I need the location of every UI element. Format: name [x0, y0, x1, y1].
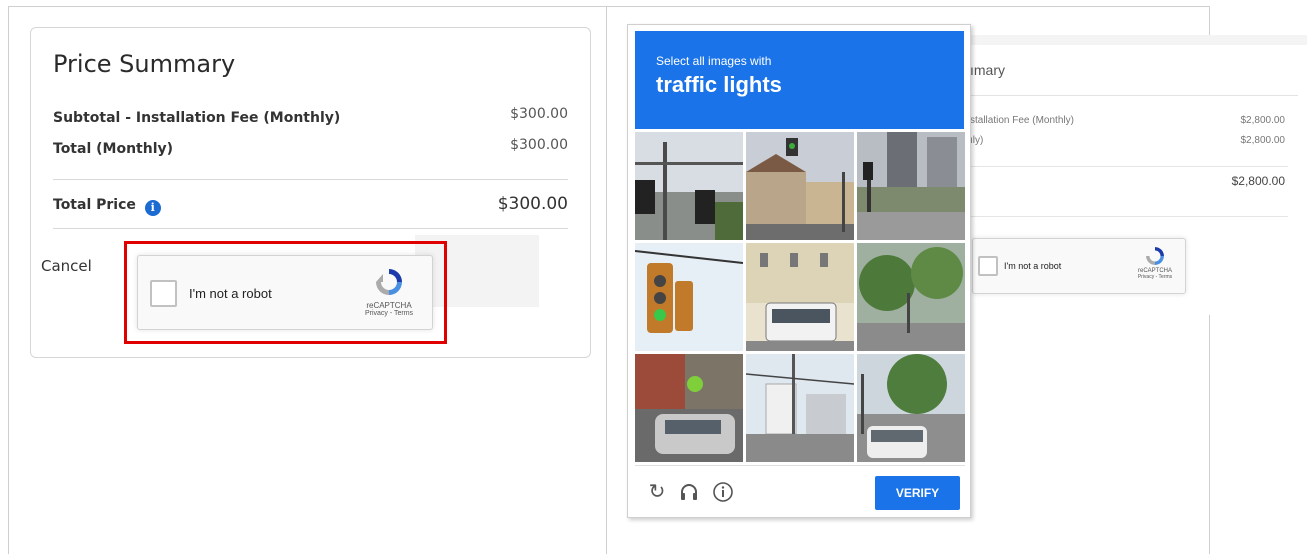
- verify-button[interactable]: VERIFY: [875, 476, 960, 510]
- divider: [968, 166, 1288, 167]
- image-tile[interactable]: [746, 354, 854, 462]
- recaptcha-widget-bg: I'm not a robot reCAPTCHA Privacy - Term…: [972, 238, 1186, 294]
- panel-divider: [606, 6, 607, 554]
- challenge-target: traffic lights: [656, 72, 782, 97]
- challenge-header: Select all images with traffic lights: [635, 31, 964, 129]
- bg-row-label: stallation Fee (Monthly): [970, 115, 1074, 126]
- divider: [53, 228, 568, 229]
- subtotal-row: Subtotal - Installation Fee (Monthly) $3…: [53, 106, 568, 126]
- total-price-label: Total Price: [53, 197, 136, 213]
- image-grid: [635, 132, 965, 462]
- image-tile[interactable]: [635, 354, 743, 462]
- subtotal-label: Subtotal - Installation Fee (Monthly): [53, 110, 341, 126]
- divider: [968, 216, 1288, 217]
- recaptcha-terms[interactable]: Privacy - Terms: [1131, 274, 1179, 280]
- total-monthly-label: Total (Monthly): [53, 141, 174, 157]
- reload-icon[interactable]: ↻: [646, 481, 668, 503]
- bg-row: stallation Fee (Monthly) $2,800.00: [970, 115, 1285, 126]
- recaptcha-checkbox[interactable]: [978, 256, 998, 276]
- bg-total-amount: $2,800.00: [1231, 174, 1285, 188]
- image-tile[interactable]: [635, 132, 743, 240]
- bg-row: ıly) $2,800.00: [970, 135, 1285, 146]
- divider: [53, 179, 568, 180]
- image-tile[interactable]: [635, 243, 743, 351]
- image-tile[interactable]: [857, 132, 965, 240]
- image-tile[interactable]: [746, 132, 854, 240]
- bg-panel-header: [968, 35, 1307, 45]
- card-title: Price Summary: [53, 50, 236, 78]
- challenge-footer: ↻ VERIFY: [635, 465, 965, 515]
- cancel-button[interactable]: Cancel: [41, 257, 92, 275]
- total-price-row: Total Price i $300.00: [53, 194, 568, 216]
- bg-row-label: ıly): [970, 135, 984, 146]
- bg-row-amount: $2,800.00: [1240, 115, 1286, 126]
- recaptcha-logo: reCAPTCHA Privacy - Terms: [1131, 245, 1179, 280]
- challenge-instruction: Select all images with: [656, 54, 772, 68]
- image-tile[interactable]: [857, 354, 965, 462]
- divider: [968, 95, 1298, 96]
- recaptcha-challenge: Select all images with traffic lights ↻ …: [627, 24, 971, 518]
- audio-icon[interactable]: [678, 481, 700, 503]
- info-icon[interactable]: [712, 481, 734, 503]
- bg-title: ımary: [970, 62, 1005, 78]
- total-monthly-row: Total (Monthly) $300.00: [53, 137, 568, 157]
- bg-row-amount: $2,800.00: [1240, 135, 1286, 146]
- recaptcha-label: I'm not a robot: [1004, 261, 1062, 271]
- total-monthly-amount: $300.00: [510, 137, 568, 153]
- image-tile[interactable]: [857, 243, 965, 351]
- highlight-box: [124, 241, 447, 344]
- subtotal-amount: $300.00: [510, 106, 568, 122]
- image-tile[interactable]: [746, 243, 854, 351]
- recaptcha-icon: [1146, 247, 1164, 265]
- total-price-amount: $300.00: [497, 194, 568, 214]
- info-icon[interactable]: i: [144, 200, 161, 216]
